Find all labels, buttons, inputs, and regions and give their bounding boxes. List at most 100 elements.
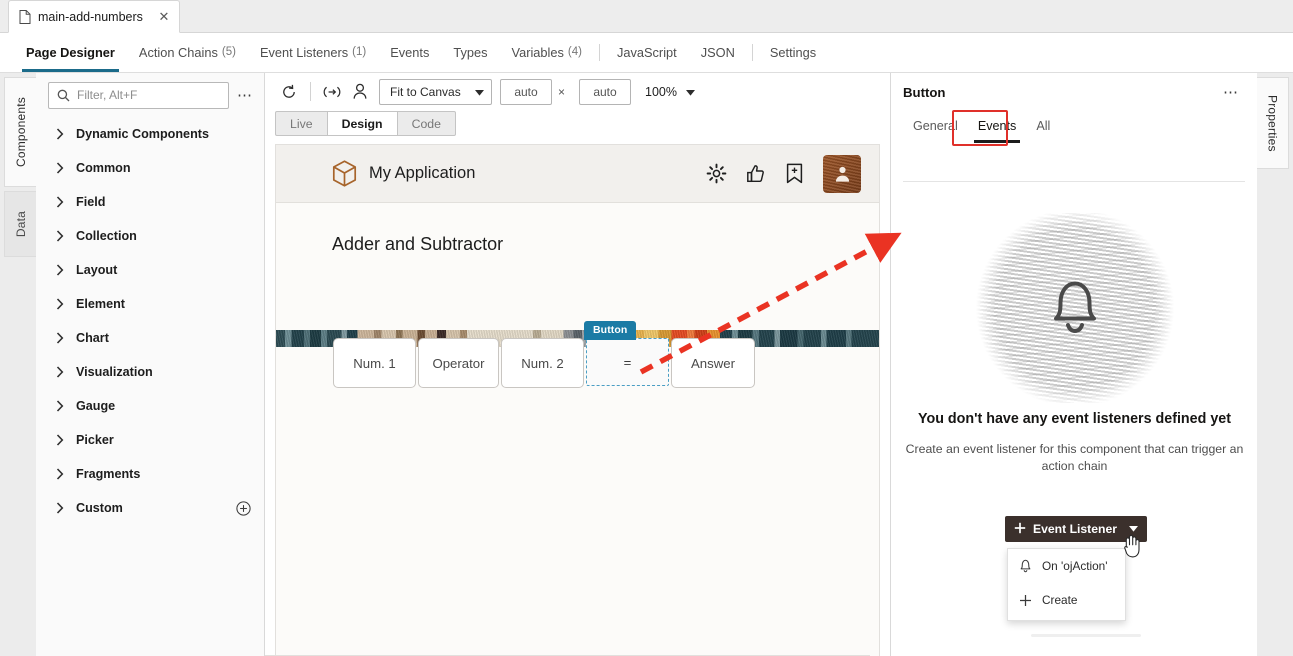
rail-tab-data[interactable]: Data (4, 191, 36, 257)
tab-types[interactable]: Types (441, 32, 499, 72)
component-group-gauge[interactable]: Gauge (36, 389, 265, 423)
dimension-separator: × (558, 84, 566, 99)
rail-tab-label: Properties (1265, 94, 1280, 152)
canvas-height-input[interactable]: auto (579, 78, 632, 105)
tab-general[interactable]: General (903, 111, 968, 141)
component-group-field[interactable]: Field (36, 185, 265, 219)
component-group-label: Layout (76, 263, 118, 277)
field-label: Num. 1 (353, 355, 396, 371)
properties-title: Button (903, 84, 946, 100)
properties-header: Button ⋯ (891, 73, 1257, 111)
more-options-icon[interactable]: ⋯ (233, 83, 257, 107)
empty-state-description: Create an event listener for this compon… (905, 442, 1244, 473)
component-group-label: Common (76, 161, 131, 175)
component-group-element[interactable]: Element (36, 287, 265, 321)
tab-count: (4) (567, 46, 582, 58)
field-num-1[interactable]: Num. 1 (333, 338, 416, 388)
tab-events[interactable]: Events (378, 32, 441, 72)
tab-events[interactable]: Events (968, 111, 1027, 143)
field-num-2[interactable]: Num. 2 (501, 338, 584, 388)
menu-item-label: Create (1042, 593, 1078, 607)
tab-label: Page Designer (26, 44, 115, 60)
component-group-custom[interactable]: Custom (36, 491, 265, 525)
file-tab-main-add-numbers[interactable]: main-add-numbers ✕ (8, 0, 180, 33)
rail-tab-properties[interactable]: Properties (1257, 77, 1289, 169)
tab-count: (1) (352, 46, 367, 58)
component-group-collection[interactable]: Collection (36, 219, 265, 253)
more-options-icon[interactable]: ⋯ (1219, 80, 1243, 104)
close-icon[interactable]: ✕ (157, 10, 171, 24)
tab-json[interactable]: JSON (689, 32, 747, 72)
component-group-label: Field (76, 195, 106, 209)
field-answer[interactable]: Answer (671, 338, 755, 388)
mode-live[interactable]: Live (275, 111, 328, 136)
chevron-right-icon (56, 468, 76, 480)
panel-bottom-rule (1031, 634, 1141, 637)
zoom-level-value: 100% (645, 84, 677, 99)
chevron-down-icon (1129, 524, 1138, 534)
tab-variables[interactable]: Variables (4) (500, 32, 594, 72)
user-icon[interactable] (346, 79, 374, 105)
chevron-right-icon (56, 128, 76, 140)
component-group-chart[interactable]: Chart (36, 321, 265, 355)
component-group-label: Custom (76, 501, 123, 515)
component-filter-box[interactable] (48, 81, 229, 109)
file-tab-bar: main-add-numbers ✕ (0, 0, 1293, 33)
rail-tab-components[interactable]: Components (4, 77, 36, 187)
add-custom-component-icon[interactable] (236, 500, 251, 516)
canvas-height-value: auto (593, 84, 617, 99)
zoom-level-select[interactable]: 100% (645, 85, 695, 99)
rail-tab-label: Components (13, 96, 28, 168)
component-group-picker[interactable]: Picker (36, 423, 265, 457)
empty-state-illustration (974, 213, 1175, 403)
right-rail: Properties (1257, 73, 1293, 656)
responsive-preview-icon[interactable] (318, 79, 346, 105)
menu-item-on-ojaction[interactable]: On 'ojAction' (1008, 549, 1125, 583)
chevron-right-icon (56, 230, 76, 242)
mode-design[interactable]: Design (326, 111, 398, 136)
properties-divider (903, 181, 1245, 182)
component-group-fragments[interactable]: Fragments (36, 457, 265, 491)
field-operator[interactable]: Operator (418, 338, 499, 388)
add-event-listener-button[interactable]: Event Listener (1005, 516, 1147, 542)
tab-settings[interactable]: Settings (758, 32, 828, 72)
canvas-width-input[interactable]: auto (500, 78, 552, 105)
canvas-width-value: auto (514, 84, 538, 99)
chevron-down-icon (686, 85, 695, 99)
canvas-size-select[interactable]: Fit to Canvas (379, 78, 492, 105)
refresh-icon[interactable] (275, 79, 303, 105)
field-label: Num. 2 (521, 355, 564, 371)
bookmark-add-icon[interactable] (784, 163, 805, 184)
component-group-layout[interactable]: Layout (36, 253, 265, 287)
canvas-mode-toggle: Live Design Code (275, 111, 456, 136)
component-group-common[interactable]: Common (36, 151, 265, 185)
canvas-toolbar: Fit to Canvas auto × auto 100% (265, 73, 890, 110)
tab-javascript[interactable]: JavaScript (605, 32, 689, 72)
mode-code[interactable]: Code (396, 111, 456, 136)
component-filter-input[interactable] (77, 88, 220, 102)
equals-button[interactable]: = (586, 338, 669, 386)
component-group-label: Picker (76, 433, 114, 447)
component-group-label: Gauge (76, 399, 116, 413)
component-group-dynamic-components[interactable]: Dynamic Components (36, 117, 265, 151)
file-tab-label: main-add-numbers (38, 9, 143, 24)
tab-action-chains[interactable]: Action Chains (5) (127, 32, 248, 72)
nav-divider (598, 44, 600, 61)
tab-all[interactable]: All (1026, 111, 1060, 141)
properties-tabs: General Events All (891, 111, 1257, 145)
tab-page-designer[interactable]: Page Designer (14, 32, 127, 72)
field-label: Operator (432, 355, 485, 371)
selected-component-badge: Button (584, 321, 637, 340)
page-designer-root: main-add-numbers ✕ Page Designer Action … (0, 0, 1293, 656)
tab-label: Action Chains (138, 44, 218, 60)
thumbs-up-icon[interactable] (745, 163, 766, 184)
component-group-label: Dynamic Components (76, 127, 209, 141)
component-group-visualization[interactable]: Visualization (36, 355, 265, 389)
avatar[interactable] (823, 154, 861, 193)
canvas-area: Fit to Canvas auto × auto 100% Live Desi… (265, 73, 890, 656)
preview-form-fields: Num. 1 Operator Num. 2 = Answer (333, 338, 757, 388)
mode-label: Design (341, 116, 383, 131)
gear-icon[interactable] (706, 163, 727, 184)
menu-item-create[interactable]: Create (1008, 583, 1125, 617)
tab-event-listeners[interactable]: Event Listeners (1) (248, 32, 378, 72)
